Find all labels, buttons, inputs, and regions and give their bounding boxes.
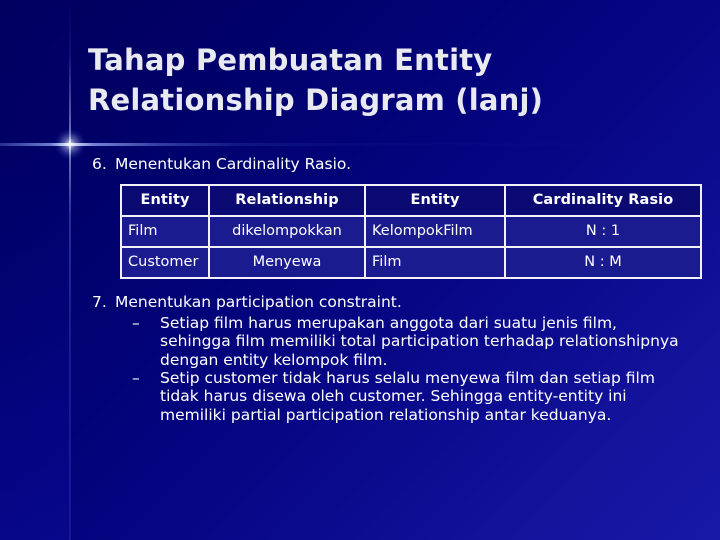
- table-cell-entity1-row2: Customer: [120, 245, 210, 279]
- table-cell-cardinality-row1: N : 1: [504, 214, 702, 248]
- step-item-6: 6. Menentukan Cardinality Rasio.: [92, 155, 707, 175]
- table-cell-relationship-row1: dikelompokkan: [208, 214, 366, 248]
- table-cell-entity2-row1: KelompokFilm: [364, 214, 506, 248]
- table-header-entity-1: Entity: [120, 183, 210, 217]
- cardinality-table: Entity Relationship Entity Cardinality R…: [120, 183, 702, 279]
- step-number-7: 7.: [92, 292, 107, 311]
- table-cell-relationship-row2: Menyewa: [208, 245, 366, 279]
- horizontal-accent-line: [0, 143, 720, 146]
- table-header-cardinality-rasio: Cardinality Rasio: [504, 183, 702, 217]
- step-text-7: Menentukan participation constraint.: [115, 292, 402, 311]
- step-number-6: 6.: [92, 155, 107, 173]
- step-text-6: Menentukan Cardinality Rasio.: [115, 155, 352, 173]
- crosshair-glow-icon: [55, 129, 85, 159]
- step-item-7: 7. Menentukan participation constraint.: [92, 293, 707, 313]
- slide-canvas: Tahap Pembuatan Entity Relationship Diag…: [0, 0, 720, 540]
- table-header-row: Entity Relationship Entity Cardinality R…: [120, 183, 702, 217]
- table-header-relationship: Relationship: [208, 183, 366, 217]
- vertical-accent-line: [69, 0, 71, 540]
- table-row: Film dikelompokkan KelompokFilm N : 1: [120, 214, 702, 248]
- slide-body: 6. Menentukan Cardinality Rasio. Entity …: [92, 155, 707, 424]
- table-cell-entity2-row2: Film: [364, 245, 506, 279]
- table-cell-entity1-row1: Film: [120, 214, 210, 248]
- table-row: Customer Menyewa Film N : M: [120, 245, 702, 279]
- sub-bullet-list: – Setiap film harus merupakan anggota da…: [92, 314, 707, 425]
- sub-bullet-item-1: – Setiap film harus merupakan anggota da…: [132, 314, 707, 369]
- sub-bullet-text-1: Setiap film harus merupakan anggota dari…: [160, 313, 679, 369]
- table-cell-cardinality-row2: N : M: [504, 245, 702, 279]
- dash-bullet-icon: –: [132, 313, 140, 332]
- slide-title: Tahap Pembuatan Entity Relationship Diag…: [88, 43, 544, 118]
- dash-bullet-icon: –: [132, 368, 140, 387]
- sub-bullet-text-2: Setip customer tidak harus selalu menyew…: [160, 368, 655, 424]
- left-accent-band: [0, 0, 70, 540]
- sub-bullet-item-2: – Setip customer tidak harus selalu meny…: [132, 369, 707, 424]
- table-header-entity-2: Entity: [364, 183, 506, 217]
- cardinality-table-wrapper: Entity Relationship Entity Cardinality R…: [120, 183, 702, 279]
